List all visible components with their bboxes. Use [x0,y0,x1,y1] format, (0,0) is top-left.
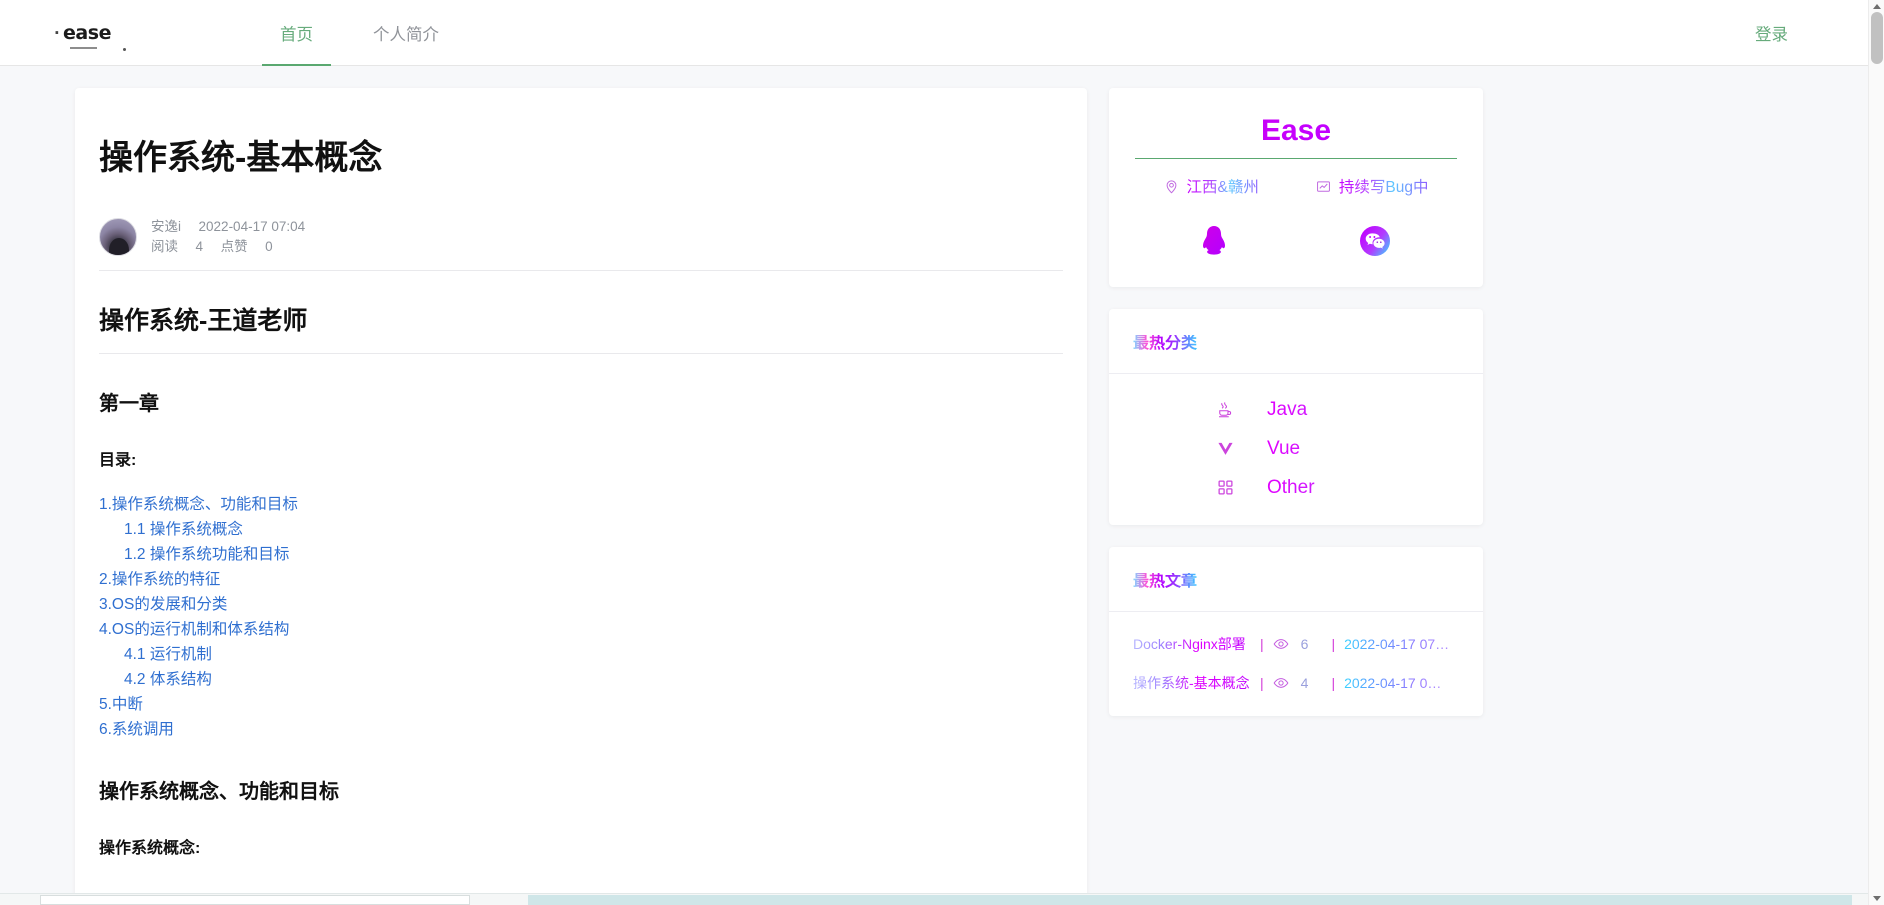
toc-link[interactable]: 6.系统调用 [99,717,1063,742]
vue-triangle-icon [1205,440,1245,457]
author-name: 安逸i [151,219,181,234]
grid-squares-icon [1205,479,1245,496]
toc-link[interactable]: 4.OS的运行机制和体系结构 [99,617,1063,642]
profile-name: Ease [1135,114,1457,158]
hot-articles-title: 最热文章 [1133,573,1198,590]
toc-link[interactable]: 1.2 操作系统功能和目标 [99,542,1063,567]
article-heading-course: 操作系统-王道老师 [99,301,1063,354]
table-of-contents: 1.操作系统概念、功能和目标 1.1 操作系统概念 1.2 操作系统功能和目标 2.操… [99,492,1063,742]
category-item-vue[interactable]: Vue [1109,429,1483,468]
nav-tab-list: 首页 个人简介 [262,0,457,66]
profile-location-text: 江西&赣州 [1187,175,1259,197]
scroll-down-arrow-icon[interactable] [1873,896,1881,901]
site-logo[interactable]: ease [52,16,126,51]
monitor-chart-icon [1316,179,1331,194]
hot-categories-header: 最热分类 [1109,309,1483,374]
toc-link[interactable]: 2.操作系统的特征 [99,567,1063,592]
toc-link[interactable]: 1.1 操作系统概念 [99,517,1063,542]
read-count: 4 [195,239,204,254]
nav-tab-profile[interactable]: 个人简介 [355,0,457,66]
article-heading-toc-label: 目录: [99,452,137,469]
nav-tab-home[interactable]: 首页 [262,0,331,66]
like-count: 0 [265,239,273,254]
category-label: Other [1267,477,1387,499]
hot-article-row[interactable]: 操作系统-基本概念 | 4 | 2022-04-17 0… [1109,663,1483,702]
hot-categories-card: 最热分类 Java Vue Other [1109,309,1483,525]
article-meta-text: 安逸i 2022-04-17 07:04 阅读 4 点赞 0 [151,217,305,257]
horizontal-scrollbar-track[interactable] [528,895,1852,905]
article-card: 操作系统-基本概念 安逸i 2022-04-17 07:04 阅读 4 点赞 0… [75,88,1087,905]
location-pin-icon [1164,179,1179,194]
main-column: 操作系统-基本概念 安逸i 2022-04-17 07:04 阅读 4 点赞 0… [75,88,1087,905]
hot-categories-title: 最热分类 [1133,335,1198,352]
category-item-java[interactable]: Java [1109,390,1483,429]
hot-article-separator: | [1331,674,1336,691]
profile-location: 江西&赣州 [1164,175,1259,197]
profile-divider [1135,158,1457,159]
avatar [99,218,137,256]
eye-icon [1273,675,1289,691]
site-logo-text: ease [54,22,111,44]
login-link[interactable]: 登录 [1755,0,1788,66]
article-meta: 安逸i 2022-04-17 07:04 阅读 4 点赞 0 [99,217,1063,271]
toc-link[interactable]: 3.OS的发展和分类 [99,592,1063,617]
article-heading-os-concept: 操作系统概念: [99,840,201,857]
logo-underline-decoration [70,47,97,49]
hot-articles-list: Docker-Nginx部署 | 6 | 2022-04-17 07… 操作系统-基本概念… [1109,612,1483,716]
profile-status: 持续写Bug中 [1316,175,1429,197]
sidebar-column: Ease 江西&赣州 持续写Bug中 最热分类 Java Vue Other 最… [1109,88,1483,905]
page-body: 操作系统-基本概念 安逸i 2022-04-17 07:04 阅读 4 点赞 0… [0,66,1868,905]
profile-social-row [1135,223,1457,259]
category-label: Vue [1267,438,1387,460]
hot-article-title[interactable]: 操作系统-基本概念 [1133,673,1251,693]
logo-dot-decoration [123,48,126,51]
toc-link[interactable]: 4.2 体系结构 [99,667,1063,692]
hot-article-row[interactable]: Docker-Nginx部署 | 6 | 2022-04-17 07… [1109,624,1483,663]
hot-article-date: 2022-04-17 0… [1344,674,1442,691]
horizontal-scrollbar[interactable] [0,893,1868,905]
publish-date: 2022-04-17 07:04 [198,219,306,234]
hot-article-views: 6 [1300,635,1309,652]
profile-info-row: 江西&赣州 持续写Bug中 [1135,175,1457,197]
profile-card: Ease 江西&赣州 持续写Bug中 [1109,88,1483,287]
article-heading-chapter: 第一章 [99,393,159,415]
vertical-scrollbar[interactable] [1868,0,1884,905]
horizontal-scrollbar-thumb[interactable] [40,895,470,905]
hot-article-title[interactable]: Docker-Nginx部署 [1133,634,1251,654]
hot-article-views: 4 [1300,674,1309,691]
vertical-scrollbar-thumb[interactable] [1871,12,1883,64]
hot-article-separator: | [1260,635,1264,652]
profile-status-text: 持续写Bug中 [1339,175,1429,197]
like-label: 点赞 [220,239,248,254]
hot-categories-list: Java Vue Other [1109,374,1483,525]
category-item-other[interactable]: Other [1109,468,1483,507]
java-coffee-icon [1205,401,1245,419]
hot-articles-header: 最热文章 [1109,547,1483,612]
toc-link[interactable]: 1.操作系统概念、功能和目标 [99,492,1063,517]
read-label: 阅读 [151,239,178,254]
hot-articles-card: 最热文章 Docker-Nginx部署 | 6 | 2022-04-17 07… 操作系统… [1109,547,1483,716]
category-label: Java [1267,399,1387,421]
page-title: 操作系统-基本概念 [99,139,383,177]
toc-link[interactable]: 5.中断 [99,692,1063,717]
hot-article-date: 2022-04-17 07… [1344,635,1450,652]
scroll-up-arrow-icon[interactable] [1873,4,1881,9]
hot-article-separator: | [1260,674,1264,691]
wechat-icon[interactable] [1359,225,1391,257]
toc-link[interactable]: 4.1 运行机制 [99,642,1063,667]
top-navigation-bar: ease 首页 个人简介 登录 [0,0,1868,66]
qq-penguin-icon[interactable] [1201,225,1227,257]
eye-icon [1273,636,1289,652]
article-heading-concepts: 操作系统概念、功能和目标 [99,781,339,803]
hot-article-separator: | [1331,635,1336,652]
